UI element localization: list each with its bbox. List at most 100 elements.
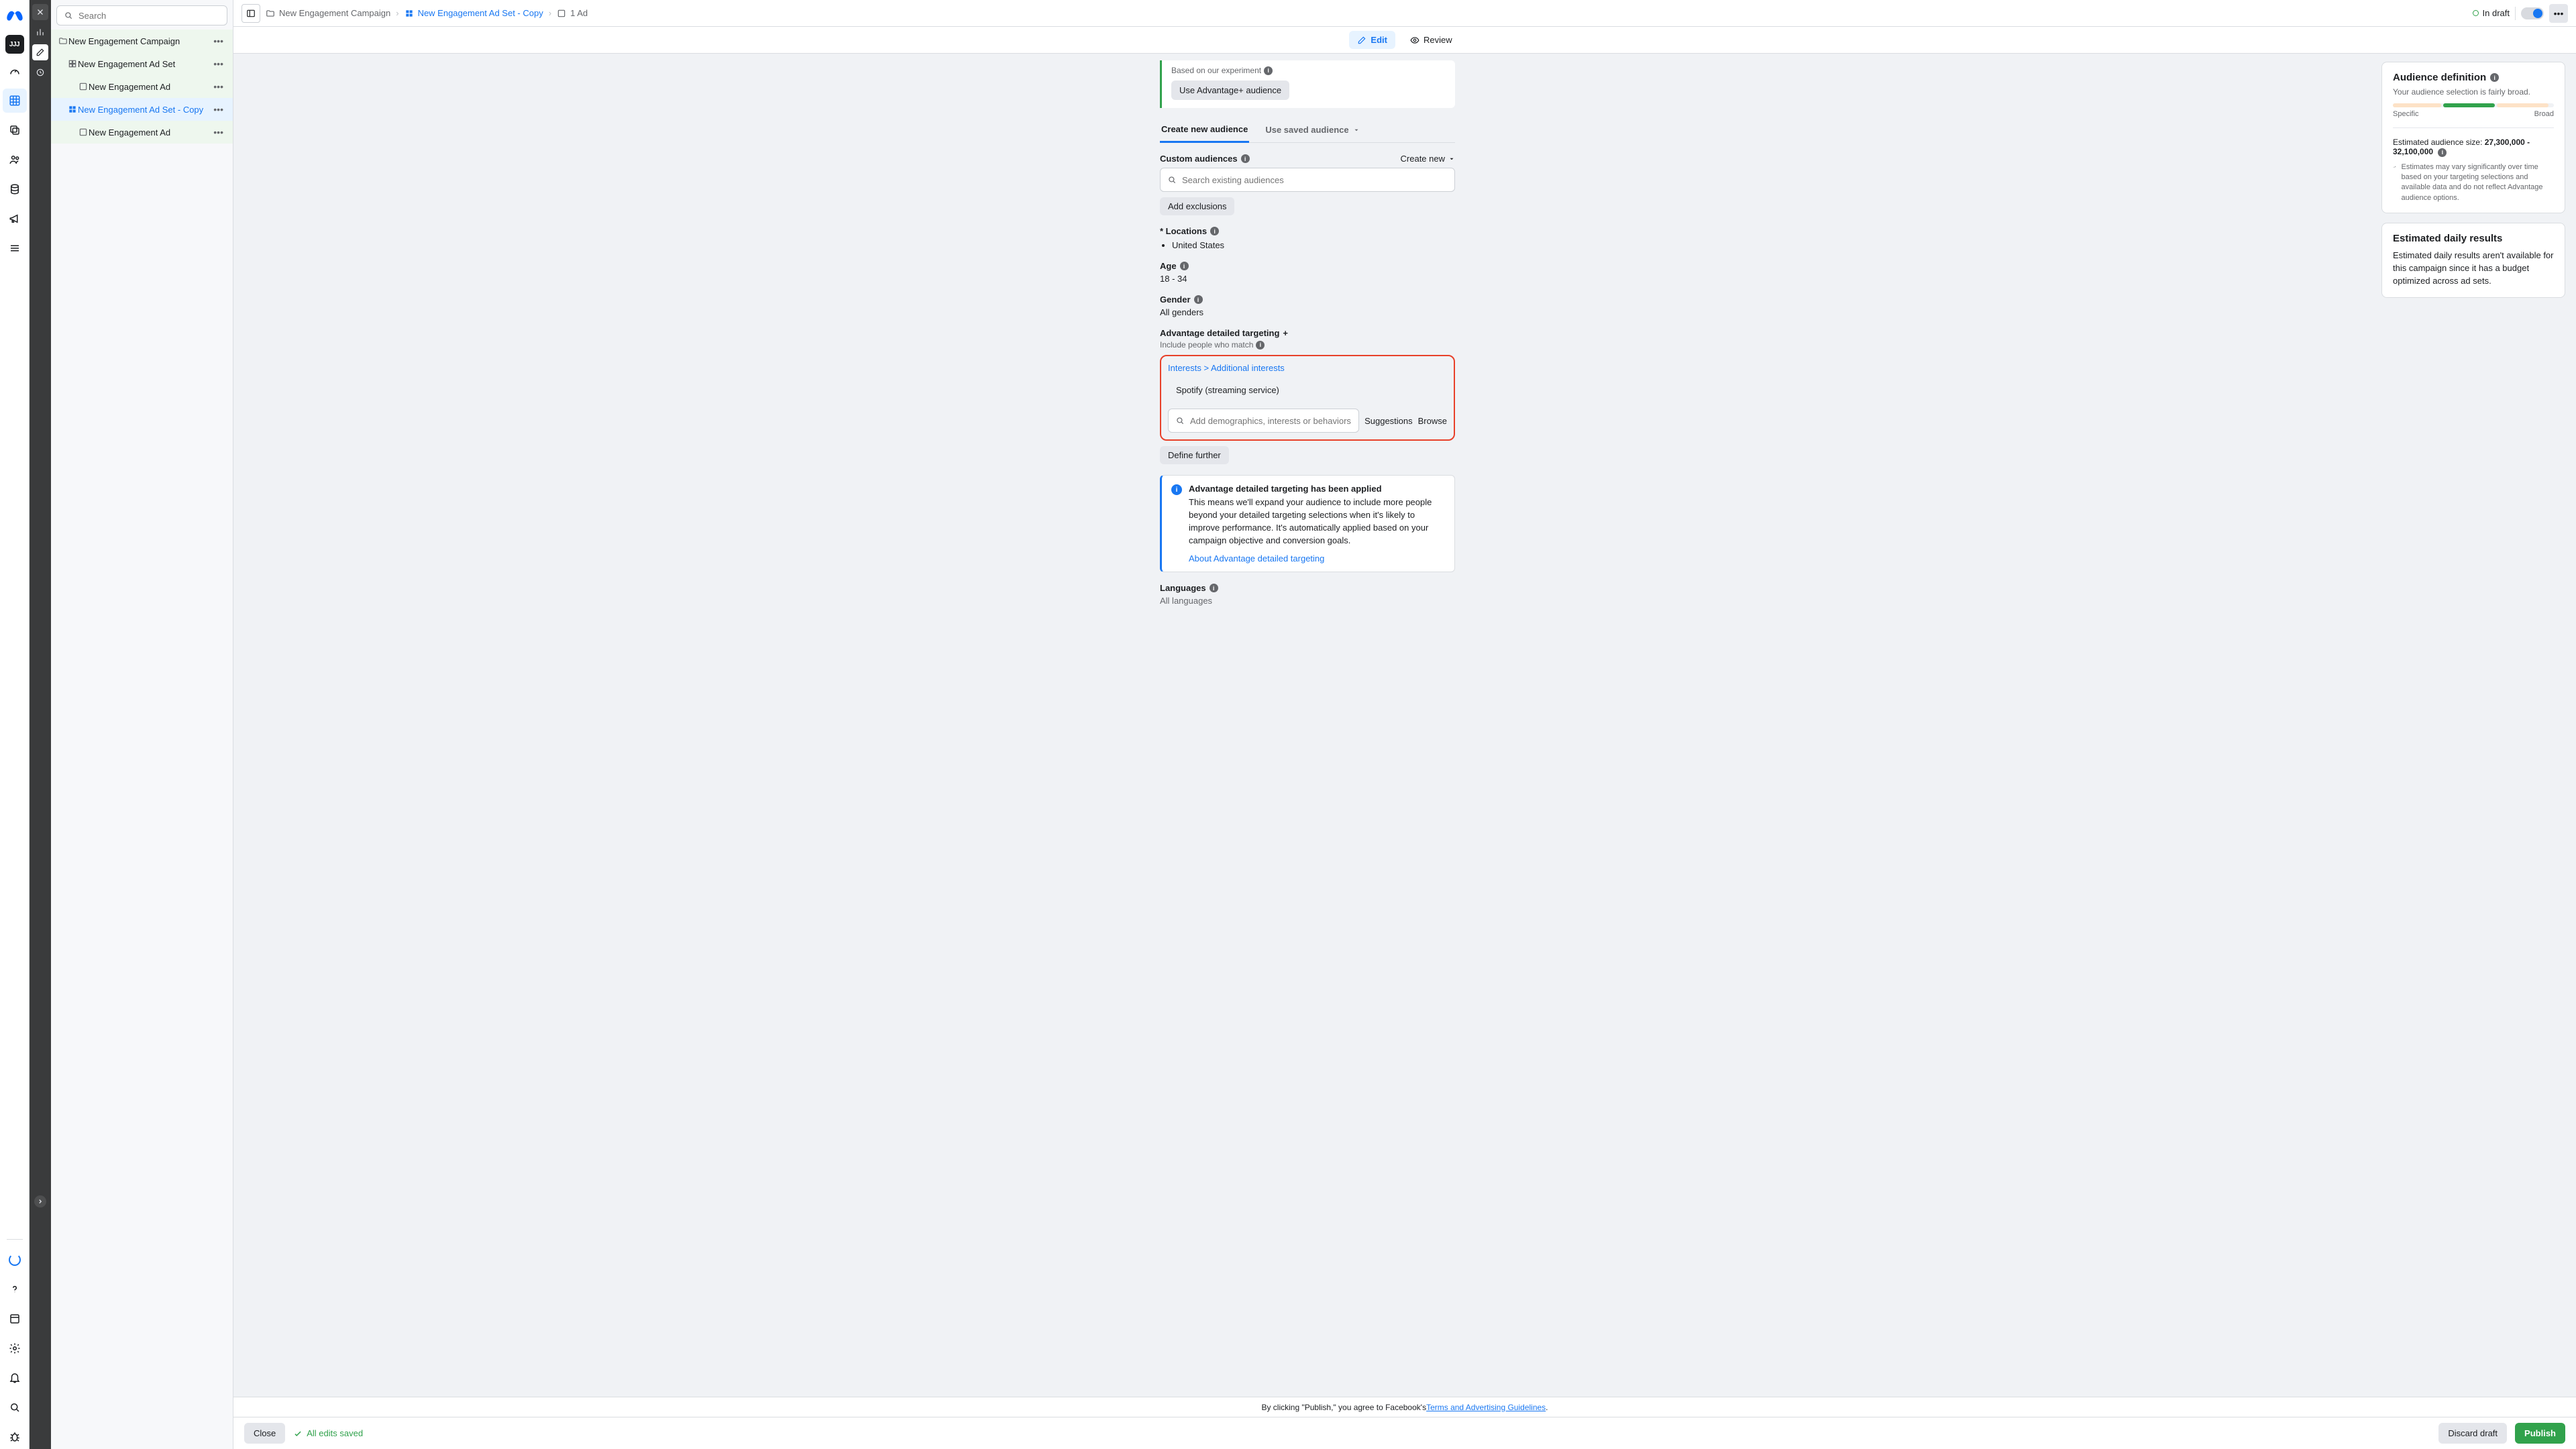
- top-bar: New Engagement Campaign › New Engagement…: [233, 0, 2576, 27]
- search-icon: [1175, 416, 1185, 425]
- menu-icon[interactable]: [3, 236, 27, 260]
- targeting-search-input[interactable]: [1168, 409, 1359, 433]
- nav-rail: JJJ: [0, 0, 30, 1449]
- row-menu-button[interactable]: •••: [211, 125, 226, 139]
- define-further-button[interactable]: Define further: [1160, 446, 1229, 464]
- mode-tabs: Edit Review: [233, 27, 2576, 54]
- templates-icon[interactable]: [3, 1307, 27, 1331]
- tree-campaign-row[interactable]: New Engagement Campaign •••: [51, 30, 233, 52]
- grid-icon[interactable]: [3, 89, 27, 113]
- use-advantage-button[interactable]: Use Advantage+ audience: [1171, 80, 1289, 100]
- info-icon[interactable]: i: [1210, 584, 1218, 592]
- megaphone-icon[interactable]: [3, 207, 27, 231]
- subtab-create-audience[interactable]: Create new audience: [1160, 117, 1249, 143]
- chevron-right-icon: ›: [396, 8, 398, 18]
- info-icon[interactable]: i: [1256, 341, 1265, 350]
- advantage-hint: Based on our experimenti Use Advantage+ …: [1160, 60, 1455, 108]
- expand-strip-button[interactable]: [34, 1195, 46, 1208]
- info-icon[interactable]: i: [1210, 227, 1219, 235]
- audience-definition-card: Audience definitioni Your audience selec…: [2381, 62, 2565, 213]
- account-avatar[interactable]: JJJ: [5, 35, 24, 54]
- browse-button[interactable]: Browse: [1418, 416, 1447, 426]
- search-icon: [64, 11, 73, 20]
- ad-icon: [78, 82, 89, 91]
- audience-meter: [2393, 103, 2554, 107]
- chevron-right-icon: ›: [549, 8, 551, 18]
- languages-value: All languages: [1160, 596, 1455, 606]
- chart-icon[interactable]: [32, 24, 48, 40]
- estimated-daily-results-card: Estimated daily results Estimated daily …: [2381, 223, 2565, 298]
- tab-edit[interactable]: Edit: [1349, 31, 1395, 49]
- copy-icon[interactable]: [3, 118, 27, 142]
- gender-value: All genders: [1160, 307, 1455, 317]
- add-exclusions-button[interactable]: Add exclusions: [1160, 197, 1234, 215]
- breadcrumb-adset[interactable]: New Engagement Ad Set - Copy: [405, 8, 543, 18]
- interest-breadcrumb[interactable]: Interests > Additional interests: [1168, 363, 1447, 373]
- info-icon[interactable]: i: [2438, 148, 2447, 157]
- close-editor-button[interactable]: [32, 4, 48, 20]
- notifications-icon[interactable]: [3, 1366, 27, 1390]
- breadcrumb-ad[interactable]: 1 Ad: [557, 8, 588, 18]
- caret-down-icon: [1448, 156, 1455, 162]
- toggle-sidebar-button[interactable]: [241, 4, 260, 23]
- row-menu-button[interactable]: •••: [211, 80, 226, 93]
- tab-review[interactable]: Review: [1402, 31, 1460, 49]
- draft-toggle[interactable]: [2521, 7, 2544, 19]
- adset-icon: [67, 59, 78, 68]
- audiences-icon[interactable]: [3, 148, 27, 172]
- about-advantage-link[interactable]: About Advantage detailed targeting: [1189, 553, 1324, 564]
- editor-strip: [30, 0, 51, 1449]
- detailed-targeting-label: Advantage detailed targeting+: [1160, 328, 1455, 338]
- interest-chip[interactable]: Spotify (streaming service): [1168, 378, 1447, 402]
- tree-row-label: New Engagement Ad Set - Copy: [78, 105, 211, 115]
- publish-disclaimer: By clicking "Publish," you agree to Face…: [233, 1397, 2576, 1417]
- more-actions-button[interactable]: •••: [2549, 4, 2568, 23]
- gender-label: Genderi: [1160, 294, 1455, 305]
- audience-sub: Your audience selection is fairly broad.: [2393, 87, 2554, 97]
- info-icon[interactable]: i: [1180, 262, 1189, 270]
- meta-logo[interactable]: [3, 5, 27, 30]
- estimated-size: Estimated audience size: 27,300,000 - 32…: [2393, 138, 2554, 157]
- discard-draft-button[interactable]: Discard draft: [2438, 1423, 2507, 1444]
- gauge-icon[interactable]: [3, 59, 27, 83]
- edits-saved-status: All edits saved: [293, 1428, 363, 1438]
- help-icon[interactable]: [3, 1277, 27, 1301]
- tree-search-input[interactable]: [56, 5, 227, 25]
- location-value: United States: [1172, 240, 1455, 250]
- tree-row-label: New Engagement Campaign: [68, 36, 211, 46]
- breadcrumb-campaign[interactable]: New Engagement Campaign: [266, 8, 390, 18]
- row-menu-button[interactable]: •••: [211, 103, 226, 116]
- age-value: 18 - 34: [1160, 274, 1455, 284]
- adset-icon: [67, 105, 78, 114]
- suggestions-button[interactable]: Suggestions: [1364, 416, 1413, 426]
- folder-icon: [58, 36, 68, 46]
- languages-label: Languagesi: [1160, 583, 1455, 593]
- clock-icon[interactable]: [32, 64, 48, 80]
- tree-ad-row[interactable]: New Engagement Ad •••: [51, 121, 233, 144]
- create-new-audience-button[interactable]: Create new: [1401, 154, 1455, 164]
- info-icon[interactable]: i: [1241, 154, 1250, 163]
- settings-icon[interactable]: [3, 1336, 27, 1360]
- row-menu-button[interactable]: •••: [211, 34, 226, 48]
- info-icon[interactable]: i: [2490, 73, 2499, 82]
- billing-icon[interactable]: [3, 177, 27, 201]
- caret-down-icon: [1353, 127, 1360, 133]
- publish-button[interactable]: Publish: [2515, 1423, 2565, 1444]
- pencil-icon[interactable]: [32, 44, 48, 60]
- tree-adset-row[interactable]: New Engagement Ad Set •••: [51, 52, 233, 75]
- tree-ad-row[interactable]: New Engagement Ad •••: [51, 75, 233, 98]
- info-icon[interactable]: i: [1194, 295, 1203, 304]
- targeting-highlight-box: Interests > Additional interests Spotify…: [1160, 355, 1455, 441]
- tree-adset-row-selected[interactable]: New Engagement Ad Set - Copy •••: [51, 98, 233, 121]
- tree-row-label: New Engagement Ad Set: [78, 59, 211, 69]
- info-title: Advantage detailed targeting has been ap…: [1189, 484, 1445, 494]
- terms-link[interactable]: Terms and Advertising Guidelines: [1426, 1403, 1546, 1412]
- search-rail-icon[interactable]: [3, 1395, 27, 1419]
- bug-icon[interactable]: [3, 1425, 27, 1449]
- info-icon[interactable]: i: [1264, 66, 1273, 75]
- row-menu-button[interactable]: •••: [211, 57, 226, 70]
- info-body: This means we'll expand your audience to…: [1189, 496, 1445, 547]
- subtab-saved-audience[interactable]: Use saved audience: [1264, 117, 1360, 142]
- custom-audience-search[interactable]: [1160, 168, 1455, 192]
- close-button[interactable]: Close: [244, 1423, 285, 1444]
